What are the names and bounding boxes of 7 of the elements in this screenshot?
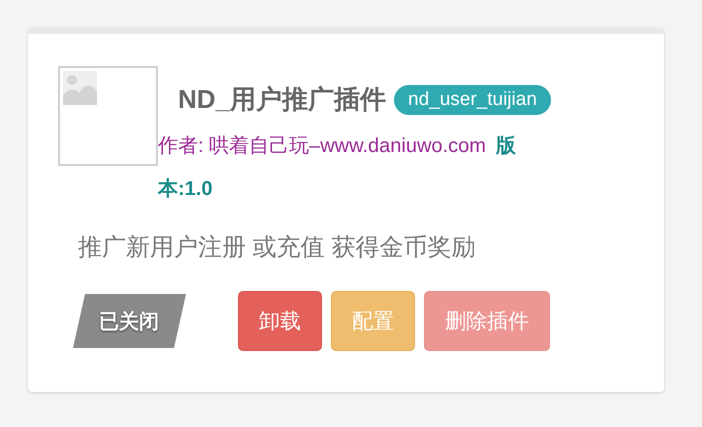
- action-button[interactable]: 配置: [331, 291, 415, 351]
- identifier-badge: nd_user_tuijian: [394, 84, 551, 114]
- plugin-description: 推广新用户注册 或充值 获得金币奖励: [77, 233, 476, 263]
- status-tag: 已关闭: [73, 294, 186, 348]
- action-button[interactable]: 卸载: [238, 291, 322, 351]
- plugin-title: ND_用户推广插件: [178, 83, 386, 116]
- author-version-text: 作者: 哄着自己玩–www.daniuwo.com 版本:1.0: [156, 134, 517, 202]
